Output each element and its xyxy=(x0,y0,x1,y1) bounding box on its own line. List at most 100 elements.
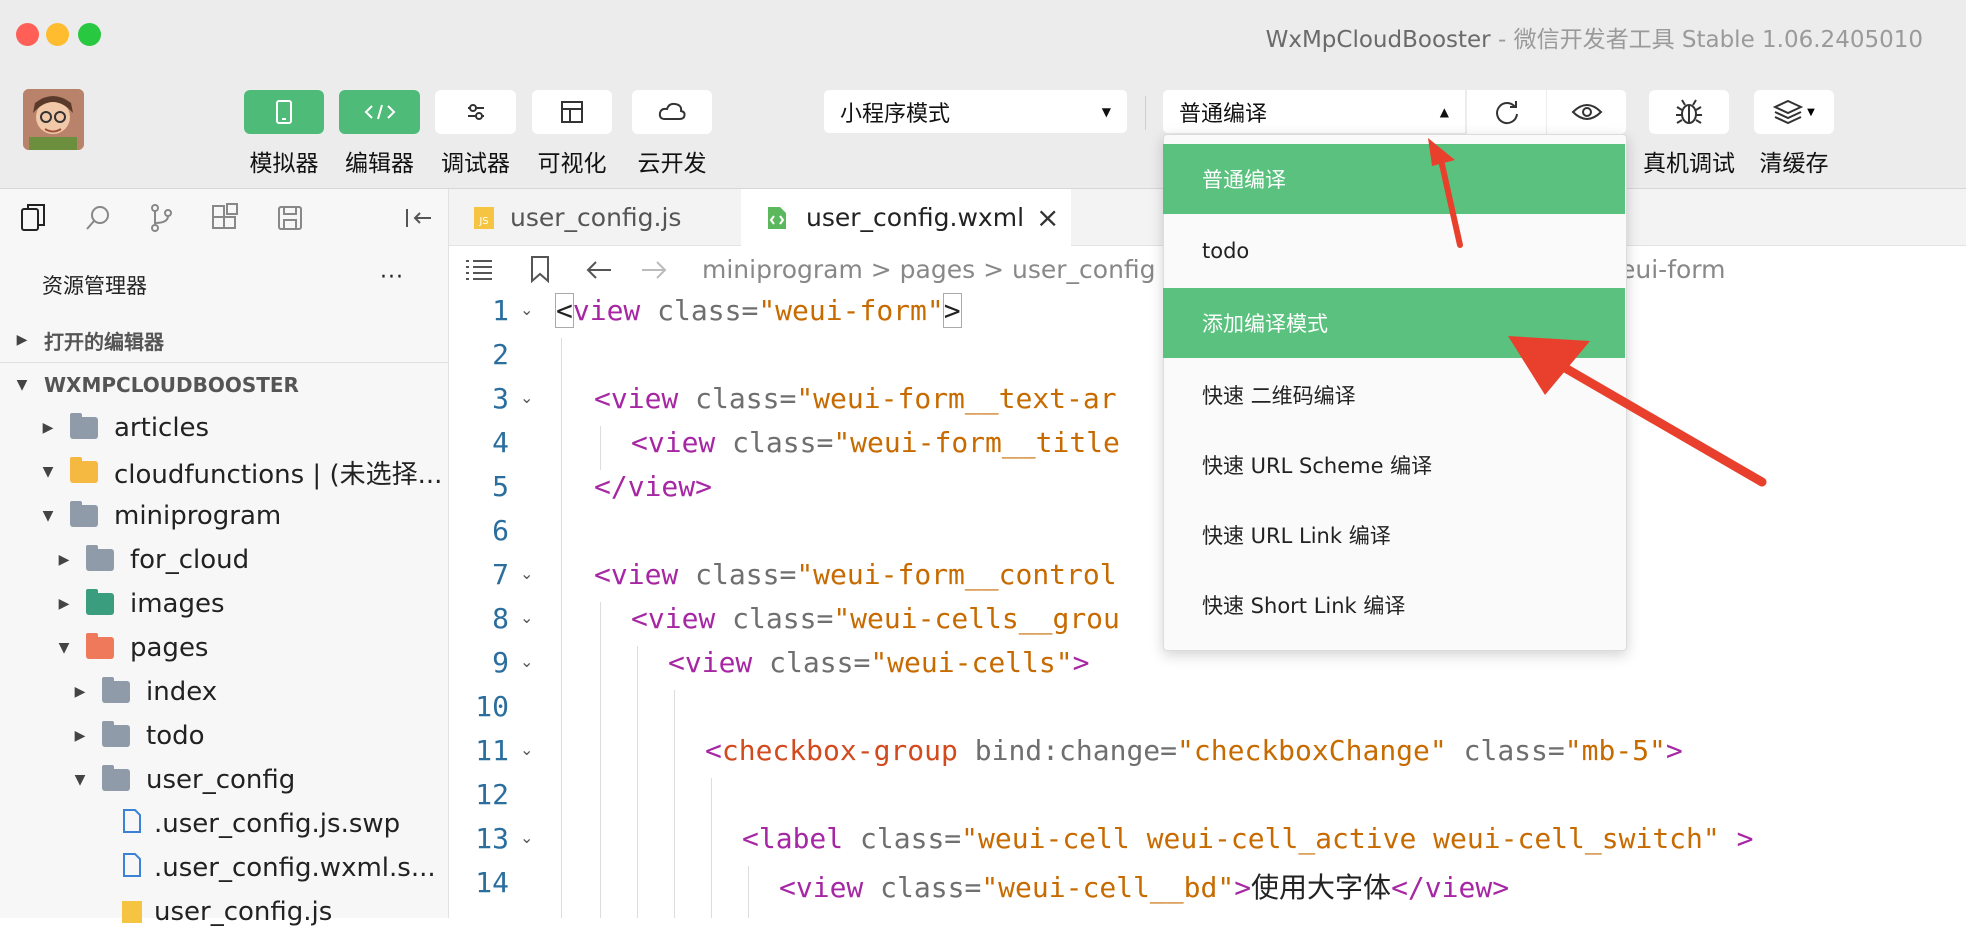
indent-guide xyxy=(600,426,601,470)
fold-chevron-icon[interactable]: ⌄ xyxy=(520,828,533,847)
compile-select[interactable]: 普通编译 ▲ xyxy=(1163,90,1465,133)
line-number: 10 xyxy=(475,690,509,723)
tree-item-label: index xyxy=(146,677,218,707)
eye-icon xyxy=(1571,104,1602,120)
tree-item-js-swp[interactable]: .user_config.js.swp xyxy=(0,802,448,846)
tree-item-label: pages xyxy=(130,633,209,663)
tree-item-miniprogram[interactable]: ▼ miniprogram xyxy=(0,494,448,538)
folder-icon xyxy=(102,721,130,747)
code-token: class= xyxy=(843,822,962,855)
code-token: view xyxy=(647,602,716,635)
minimize-window-button[interactable] xyxy=(46,23,69,46)
code-token: > xyxy=(1234,871,1252,904)
folder-icon xyxy=(102,677,130,703)
zoom-window-button[interactable] xyxy=(78,23,101,46)
code-token: class= xyxy=(863,871,982,904)
line-number: 7 xyxy=(492,558,509,591)
tree-item-cloudfunctions[interactable]: ▼ cloudfunctions | (未选择... xyxy=(0,450,448,494)
fold-chevron-icon[interactable]: ⌄ xyxy=(520,652,533,671)
search-icon[interactable] xyxy=(81,201,115,235)
dropdown-item-url-scheme-compile[interactable]: 快速 URL Scheme 编译 xyxy=(1163,430,1625,500)
avatar-image xyxy=(23,89,84,150)
tree-item-user-config[interactable]: ▼ user_config xyxy=(0,758,448,802)
tree-item-for-cloud[interactable]: ▶ for_cloud xyxy=(0,538,448,582)
open-editors-section[interactable]: ▶ 打开的编辑器 xyxy=(0,318,448,363)
back-arrow-icon[interactable] xyxy=(585,258,613,286)
tree-item-label: miniprogram xyxy=(114,501,282,531)
refresh-button[interactable] xyxy=(1467,90,1546,134)
caret-down-icon: ▼ xyxy=(58,640,70,656)
simulator-button[interactable] xyxy=(244,90,324,134)
dropdown-item-normal-compile[interactable]: 普通编译 xyxy=(1163,144,1625,214)
breadcrumb-item[interactable]: miniprogram xyxy=(702,255,863,284)
close-window-button[interactable] xyxy=(16,23,39,46)
tree-item-images[interactable]: ▶ images xyxy=(0,582,448,626)
more-actions-button[interactable]: ··· xyxy=(380,265,404,290)
dropdown-item-add-compile-mode[interactable]: 添加编译模式 xyxy=(1163,288,1625,358)
git-branch-icon[interactable] xyxy=(144,201,178,235)
dropdown-item-todo[interactable]: todo xyxy=(1163,216,1625,286)
editor-button[interactable] xyxy=(339,90,420,134)
code-line-3: <view class="weui-form__text-ar xyxy=(594,382,1117,415)
tree-item-pages[interactable]: ▼ pages xyxy=(0,626,448,670)
breadcrumb-item[interactable]: user_config xyxy=(1012,255,1156,284)
caret-right-icon: ▶ xyxy=(58,596,70,612)
fold-chevron-icon[interactable]: ⌄ xyxy=(520,564,533,583)
tree-item-articles[interactable]: ▶ articles xyxy=(0,406,448,450)
code-token: < xyxy=(631,426,648,459)
code-token: class= xyxy=(1446,734,1565,767)
close-tab-icon[interactable]: × xyxy=(1036,201,1059,234)
fold-chevron-icon[interactable]: ⌄ xyxy=(520,388,533,407)
tree-item-user-config-js[interactable]: user_config.js xyxy=(0,890,448,934)
breadcrumb-item[interactable]: pages xyxy=(900,255,975,284)
fold-chevron-icon[interactable]: ⌄ xyxy=(520,300,533,319)
outline-icon[interactable] xyxy=(464,257,494,285)
project-label: WXMPCLOUDBOOSTER xyxy=(44,373,299,397)
code-token: view xyxy=(610,382,679,415)
explorer-icon[interactable] xyxy=(17,201,51,235)
code-token: class= xyxy=(715,426,834,459)
indent-guide xyxy=(637,646,638,918)
cloud-dev-button[interactable] xyxy=(632,90,712,134)
tab-label: user_config.wxml xyxy=(806,203,1025,232)
fold-chevron-icon[interactable]: ⌄ xyxy=(520,740,533,759)
debugger-button[interactable] xyxy=(435,90,516,134)
code-token: bind:change= xyxy=(957,734,1178,767)
tab-user-config-js[interactable]: JS user_config.js xyxy=(449,189,740,246)
visual-button[interactable] xyxy=(532,90,612,134)
tree-item-wxml-swp[interactable]: .user_config.wxml.s... xyxy=(0,846,448,890)
caret-right-icon: ▶ xyxy=(74,684,86,700)
tree-item-label: images xyxy=(130,589,225,619)
dropdown-item-short-link-compile[interactable]: 快速 Short Link 编译 xyxy=(1163,570,1625,640)
dropdown-item-qrcode-compile[interactable]: 快速 二维码编译 xyxy=(1163,360,1625,430)
tree-item-todo[interactable]: ▶ todo xyxy=(0,714,448,758)
bookmark-icon[interactable] xyxy=(529,255,551,287)
collapse-sidebar-icon[interactable] xyxy=(401,201,435,235)
fold-chevron-icon[interactable]: ⌄ xyxy=(520,608,533,627)
tree-item-index[interactable]: ▶ index xyxy=(0,670,448,714)
file-icon xyxy=(122,808,142,841)
save-icon[interactable] xyxy=(273,201,307,235)
breadcrumb-tail[interactable]: eui-form xyxy=(1620,255,1725,284)
project-section[interactable]: ▼ WXMPCLOUDBOOSTER xyxy=(0,363,448,407)
window-title-app: WxMpCloudBooster xyxy=(1265,27,1491,53)
dropdown-item-url-link-compile[interactable]: 快速 URL Link 编译 xyxy=(1163,500,1625,570)
caret-right-icon: ▶ xyxy=(16,332,28,348)
clear-cache-button[interactable]: ▼ xyxy=(1754,90,1834,134)
extensions-icon[interactable] xyxy=(208,201,242,235)
visual-label: 可视化 xyxy=(537,151,607,177)
code-line-9: <view class="weui-cells"> xyxy=(668,646,1089,679)
remote-debug-button[interactable] xyxy=(1649,90,1729,134)
line-number: 1 xyxy=(492,294,509,327)
avatar[interactable] xyxy=(23,89,84,150)
mode-select[interactable]: 小程序模式 ▼ xyxy=(824,90,1127,133)
preview-button[interactable] xyxy=(1547,90,1626,134)
tree-item-label: .user_config.wxml.s... xyxy=(154,853,436,883)
code-line-13: <label class="weui-cell weui-cell_active… xyxy=(742,822,1753,855)
caret-down-icon: ▼ xyxy=(16,377,28,393)
code-token: class= xyxy=(640,294,759,327)
line-number: 6 xyxy=(492,514,509,547)
bracket-match: > xyxy=(942,293,962,328)
tab-user-config-wxml[interactable]: user_config.wxml × xyxy=(741,189,1071,246)
forward-arrow-icon[interactable] xyxy=(640,258,668,286)
